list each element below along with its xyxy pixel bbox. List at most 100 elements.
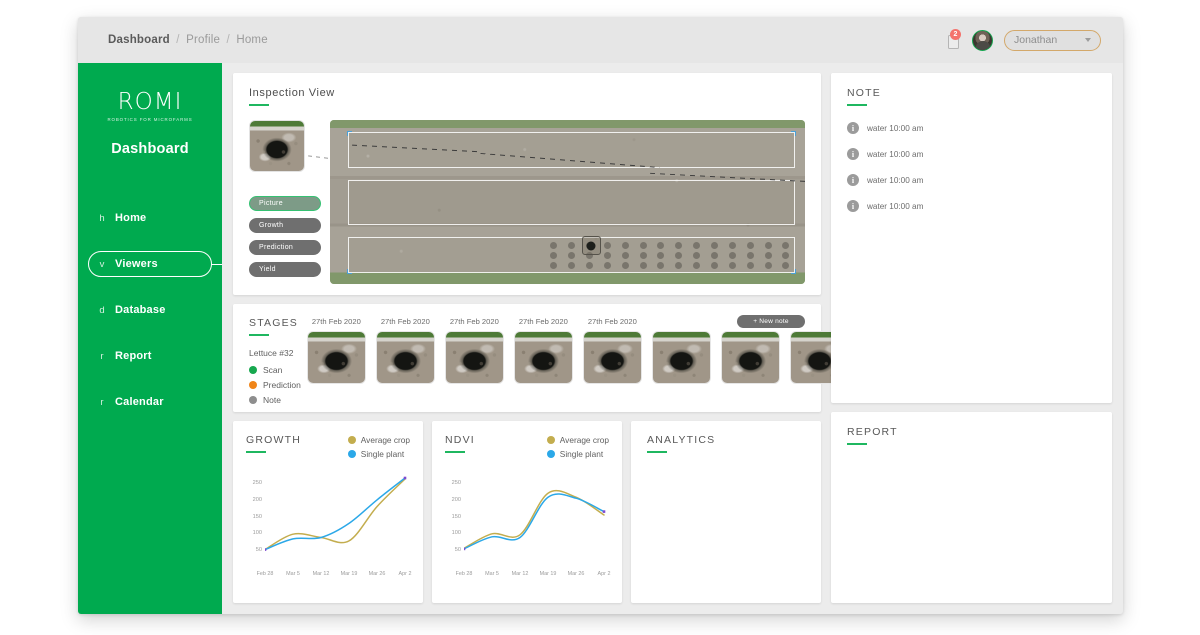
- legend-label: Prediction: [263, 380, 301, 390]
- selected-plant-thumbnail[interactable]: [249, 120, 305, 172]
- inspection-body: Picture Growth Prediction Yield: [249, 120, 805, 284]
- stage-item[interactable]: 27th Feb 2020: [307, 317, 366, 405]
- stage-thumbnail[interactable]: [514, 331, 573, 384]
- selected-plant-marker[interactable]: [582, 236, 601, 255]
- legend-item-note: Note: [249, 395, 301, 405]
- stage-date: 27th Feb 2020: [583, 317, 642, 328]
- charts-row: GROWTH Average crop Single plant: [233, 421, 821, 603]
- growth-chart-panel: GROWTH Average crop Single plant: [233, 421, 423, 603]
- stage-date: [652, 317, 711, 328]
- stage-thumbnail[interactable]: [583, 331, 642, 384]
- sidebar-item-label: Report: [115, 350, 152, 362]
- sidebar-item-viewers[interactable]: v Viewers: [88, 251, 212, 277]
- stage-item[interactable]: 27th Feb 2020: [376, 317, 435, 405]
- endpoint-marker: [464, 548, 465, 551]
- stage-thumbnail[interactable]: [652, 331, 711, 384]
- list-item[interactable]: i water 10:00 am: [847, 148, 1096, 160]
- logo-mark: ROMI: [78, 89, 222, 115]
- sidebar-item-home[interactable]: h Home: [88, 205, 212, 231]
- sidebar-item-label: Viewers: [115, 258, 158, 270]
- plant-image: [446, 332, 503, 383]
- user-name-label: Jonathan: [1014, 34, 1057, 46]
- user-menu-button[interactable]: Jonathan: [1004, 30, 1101, 51]
- stage-item[interactable]: 27th Feb 2020: [583, 317, 642, 405]
- stages-legend: Scan Prediction Note: [249, 365, 301, 405]
- stages-thumbnail-strip: 27th Feb 2020 27th Feb 2020 27th Feb 202…: [307, 317, 849, 405]
- breadcrumb: Dashboard / Profile / Home: [108, 34, 268, 46]
- sidebar-item-calendar[interactable]: r Calendar: [88, 389, 212, 415]
- stage-item[interactable]: 27th Feb 2020: [514, 317, 573, 405]
- sidebar-item-database[interactable]: d Database: [88, 297, 212, 323]
- list-item[interactable]: i water 10:00 am: [847, 122, 1096, 134]
- analytics-panel: ANALYTICS: [631, 421, 821, 603]
- sidebar: ROMI ROBOTICS FOR MICROFARMS Dashboard h…: [78, 63, 222, 614]
- x-axis-tick: Mar 5: [286, 571, 300, 577]
- chart-legend: Average crop Single plant: [547, 435, 609, 459]
- breadcrumb-item-home[interactable]: Home: [236, 34, 267, 46]
- field-corner-marker: [791, 131, 796, 136]
- plant-image: [653, 332, 710, 383]
- note-text: water 10:00 am: [867, 150, 923, 159]
- sidebar-item-label: Home: [115, 212, 146, 224]
- prediction-dot-icon: [249, 381, 257, 389]
- stages-subtitle: Lettuce #32: [249, 348, 301, 358]
- note-list: i water 10:00 am i water 10:00 am i wate…: [847, 122, 1096, 212]
- x-axis-tick: Mar 19: [341, 571, 358, 577]
- sidebar-item-report[interactable]: r Report: [88, 343, 212, 369]
- x-axis-tick: Mar 12: [512, 571, 529, 577]
- plant-image: [377, 332, 434, 383]
- aerial-field-view[interactable]: [330, 120, 805, 284]
- breadcrumb-item-profile[interactable]: Profile: [186, 34, 220, 46]
- x-axis-tick: Mar 12: [313, 571, 330, 577]
- notifications-button[interactable]: 2: [945, 30, 961, 50]
- title-underline: [249, 104, 269, 106]
- breadcrumb-item-dashboard[interactable]: Dashboard: [108, 34, 170, 46]
- plant-image: [584, 332, 641, 383]
- report-panel: REPORT: [831, 412, 1112, 603]
- growth-chart-plot: 50100150200250Feb 28Mar 5Mar 12Mar 19Mar…: [246, 473, 410, 577]
- x-axis-tick: Mar 26: [568, 571, 585, 577]
- chevron-down-icon: [1085, 38, 1091, 42]
- x-axis-tick: Feb 28: [257, 571, 274, 577]
- stage-thumbnail[interactable]: [445, 331, 504, 384]
- legend-item-average-crop: Average crop: [348, 435, 410, 445]
- avatar[interactable]: [972, 30, 993, 51]
- legend-label: Scan: [263, 365, 282, 375]
- new-note-button[interactable]: + New note: [737, 315, 805, 328]
- y-axis-tick: 150: [445, 514, 461, 520]
- report-icon: r: [89, 351, 115, 362]
- y-axis-tick: 50: [445, 547, 461, 553]
- stage-date: 27th Feb 2020: [307, 317, 366, 328]
- note-text: water 10:00 am: [867, 124, 923, 133]
- stage-thumbnail[interactable]: [307, 331, 366, 384]
- stage-thumbnail[interactable]: [721, 331, 780, 384]
- stages-panel: + New note STAGES Lettuce #32 Scan: [233, 304, 821, 412]
- stage-item[interactable]: [721, 317, 780, 405]
- stage-item[interactable]: 27th Feb 2020: [445, 317, 504, 405]
- list-item[interactable]: i water 10:00 am: [847, 200, 1096, 212]
- y-axis-tick: 50: [246, 547, 262, 553]
- series-line: [265, 478, 405, 550]
- list-item[interactable]: i water 10:00 am: [847, 174, 1096, 186]
- mode-button-yield[interactable]: Yield: [249, 262, 321, 277]
- field-corner-marker: [347, 269, 352, 274]
- mode-button-picture[interactable]: Picture: [249, 196, 321, 211]
- endpoint-marker: [603, 510, 606, 513]
- breadcrumb-separator: /: [176, 34, 179, 46]
- mode-button-growth[interactable]: Growth: [249, 218, 321, 233]
- y-axis-tick: 100: [445, 530, 461, 536]
- x-axis-tick: Mar 19: [540, 571, 557, 577]
- legend-item-prediction: Prediction: [249, 380, 301, 390]
- mode-button-prediction[interactable]: Prediction: [249, 240, 321, 255]
- panel-title: GROWTH: [246, 434, 301, 446]
- legend-item-single-plant: Single plant: [547, 449, 609, 459]
- chart-lines: [265, 473, 413, 563]
- inspection-sidebar: Picture Growth Prediction Yield: [249, 120, 326, 284]
- calendar-icon: r: [89, 397, 115, 408]
- stage-thumbnail[interactable]: [376, 331, 435, 384]
- endpoint-marker: [265, 548, 266, 551]
- stage-item[interactable]: [652, 317, 711, 405]
- note-text: water 10:00 am: [867, 176, 923, 185]
- panel-title: ANALYTICS: [647, 434, 805, 446]
- ndvi-chart-panel: NDVI Average crop Single plant: [432, 421, 622, 603]
